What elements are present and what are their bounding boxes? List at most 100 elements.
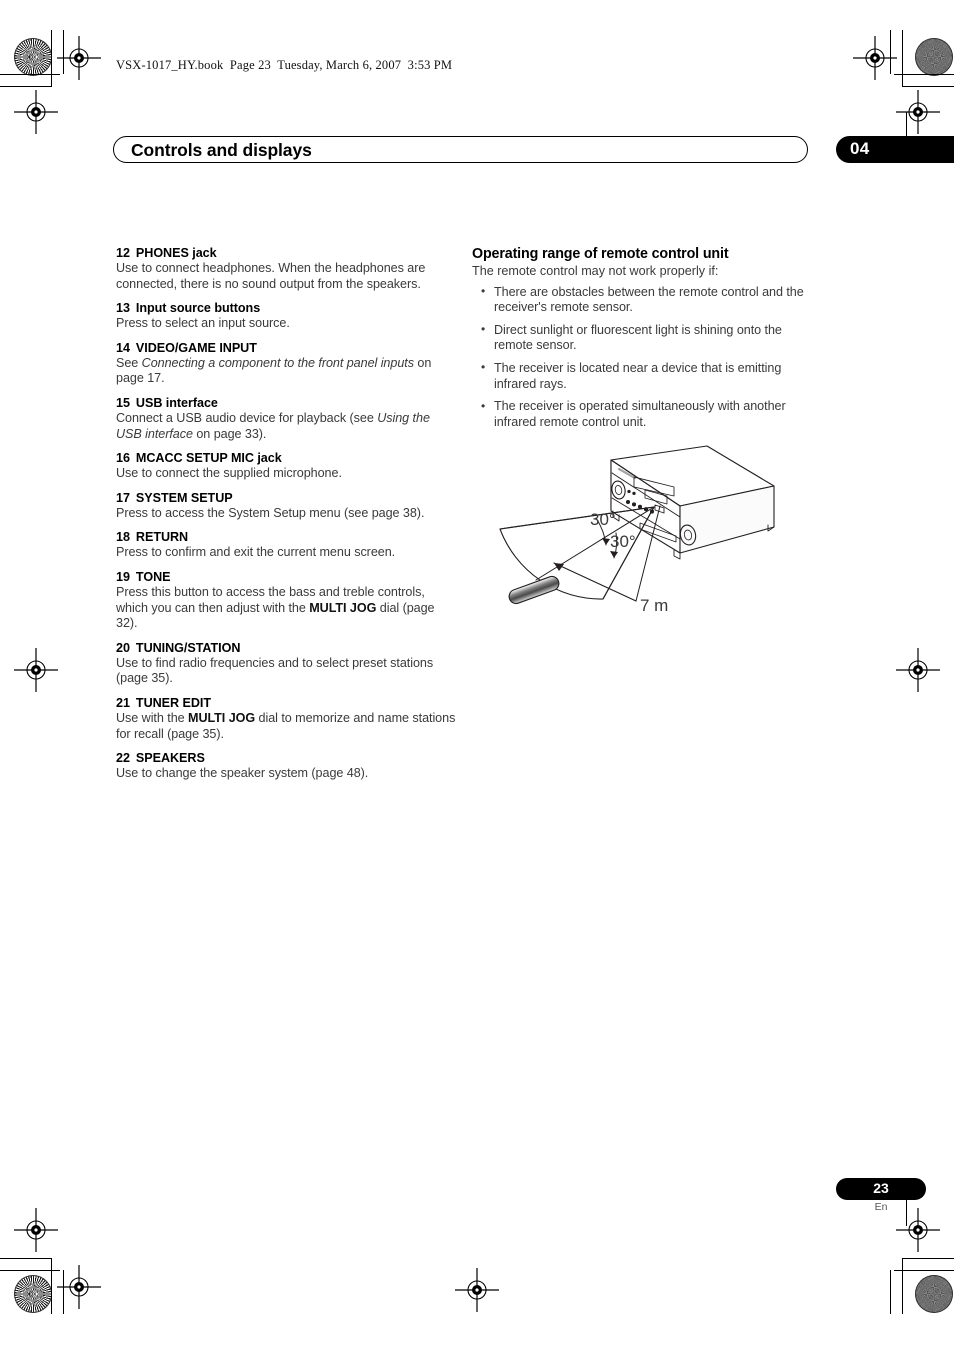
control-entry-body: Use to connect the supplied microphone. xyxy=(116,466,342,481)
control-entry-body: Press to access the System Setup menu (s… xyxy=(116,505,425,520)
control-entry: 13 Input source buttons Press to select a… xyxy=(116,301,456,332)
crop-line-bottom-right-v2 xyxy=(890,1270,891,1314)
control-entry-number: 12 xyxy=(116,246,130,260)
halftone-registration-target-top-right xyxy=(915,38,953,76)
registration-target-top-left xyxy=(57,36,101,80)
chapter-badge-tick xyxy=(906,112,907,138)
control-entry-heading: 19 TONE xyxy=(116,570,456,584)
crop-line-bottom-left-v1 xyxy=(51,1258,52,1314)
control-entry: 19 TONE Press this button to access the b… xyxy=(116,570,456,632)
control-entry-title: SYSTEM SETUP xyxy=(135,490,233,505)
list-item: There are obstacles between the remote c… xyxy=(481,284,812,316)
crop-line-top-left-v1 xyxy=(51,30,52,86)
control-entry-number: 13 xyxy=(116,301,130,316)
registration-target-left-middle xyxy=(14,648,58,692)
crop-line-top-right-h2 xyxy=(902,86,954,87)
crop-line-bottom-right-h2 xyxy=(894,1270,954,1271)
registration-target-bottom-center xyxy=(455,1268,499,1312)
registration-target-right-lower xyxy=(896,1208,940,1252)
chapter-title-bar: Controls and displays xyxy=(113,136,808,163)
control-entry-title: MCACC SETUP MIC jack xyxy=(135,451,282,466)
control-entry-body: Connect a USB audio device for playback … xyxy=(116,410,430,441)
list-item: The receiver is operated simultaneously … xyxy=(481,399,812,430)
control-entry-number: 18 xyxy=(116,530,130,545)
control-entry-heading: 20 TUNING/STATION xyxy=(116,641,456,655)
list-item: The receiver is located near a device th… xyxy=(481,360,812,392)
registration-target-right-upper xyxy=(896,90,940,134)
page-title: Controls and displays xyxy=(131,140,312,160)
control-entry-body: Use with the MULTI JOG dial to memorize … xyxy=(116,710,456,741)
section-intro-text: The remote control may not work properly… xyxy=(472,264,719,278)
control-entry-number: 21 xyxy=(116,695,130,710)
control-entry-heading: 17 SYSTEM SETUP xyxy=(116,491,456,505)
control-entry-number: 16 xyxy=(116,451,130,466)
chapter-number: 04 xyxy=(850,139,870,158)
operating-range-bullet-list: There are obstacles between the remote c… xyxy=(472,284,812,431)
control-entry-heading: 13 Input source buttons xyxy=(116,301,456,315)
halftone-registration-target-top-left xyxy=(14,38,52,76)
control-entry-number: 22 xyxy=(116,751,130,766)
control-entry: 14 VIDEO/GAME INPUT See Connecting a comp… xyxy=(116,341,456,387)
crop-line-bottom-right-v1 xyxy=(902,1258,903,1314)
control-entry-heading: 14 VIDEO/GAME INPUT xyxy=(116,341,456,355)
control-entry-heading: 15 USB interface xyxy=(116,396,456,410)
page-number: 23 xyxy=(873,1180,889,1196)
control-entry-title: SPEAKERS xyxy=(135,751,205,766)
control-entry-number: 14 xyxy=(116,340,130,355)
control-entry-body: Use to find radio frequencies and to sel… xyxy=(116,655,434,686)
control-entry-body: Use to connect headphones. When the head… xyxy=(116,261,426,291)
control-entry-heading: 12 PHONES jack xyxy=(116,246,456,260)
control-entry-title: VIDEO/GAME INPUT xyxy=(135,340,257,355)
control-entry-heading: 21 TUNER EDIT xyxy=(116,696,456,710)
page-number-badge: 23 xyxy=(836,1178,926,1200)
control-entry-title: TONE xyxy=(135,569,171,584)
control-entry-number: 17 xyxy=(116,490,130,505)
chapter-number-badge: 04 xyxy=(836,136,954,163)
control-entry: 21 TUNER EDIT Use with the MULTI JOG dial… xyxy=(116,696,456,742)
control-entry: 20 TUNING/STATION Use to find radio frequ… xyxy=(116,641,456,687)
control-entry: 12 PHONES jack Use to connect headphones.… xyxy=(116,246,456,292)
control-entry-title: TUNING/STATION xyxy=(135,640,241,655)
crop-line-bottom-right-h1 xyxy=(902,1258,954,1259)
control-entry-body: Press this button to access the bass and… xyxy=(116,584,435,631)
right-column: Operating range of remote control unit T… xyxy=(472,246,812,437)
control-entry-body: Use to change the speaker system (page 4… xyxy=(116,766,369,781)
control-entry-number: 15 xyxy=(116,395,130,410)
registration-target-bottom-left xyxy=(57,1265,101,1309)
list-item: Direct sunlight or fluorescent light is … xyxy=(481,322,812,354)
halftone-registration-target-bottom-left xyxy=(14,1275,52,1313)
control-entry-title: RETURN xyxy=(135,530,189,545)
left-column: 12 PHONES jack Use to connect headphones.… xyxy=(116,246,456,791)
control-entry-title: TUNER EDIT xyxy=(135,695,211,710)
figure-angle-lower-label: 30° xyxy=(610,532,636,551)
control-entry-body: Press to confirm and exit the current me… xyxy=(116,545,396,560)
crop-line-top-right-h1 xyxy=(894,74,954,75)
control-entry-number: 20 xyxy=(116,640,130,655)
control-entry-heading: 18 RETURN xyxy=(116,530,456,544)
book-file-header: VSX-1017_HY.book Page 23 Tuesday, March … xyxy=(116,58,453,72)
figure-distance-label: 7 m xyxy=(640,596,668,615)
crop-line-top-left-h2 xyxy=(0,86,52,87)
control-entry-title: PHONES jack xyxy=(135,246,217,260)
page-language-code: En xyxy=(874,1201,888,1213)
control-entry: 18 RETURN Press to confirm and exit the c… xyxy=(116,530,456,561)
figure-angle-upper-label: 30° xyxy=(590,510,616,529)
control-entry-heading: 22 SPEAKERS xyxy=(116,751,456,765)
crop-line-bottom-left-h1 xyxy=(0,1258,52,1259)
control-entry: 22 SPEAKERS Use to change the speaker sys… xyxy=(116,751,456,782)
registration-target-left-lower xyxy=(14,1208,58,1252)
registration-target-right-middle xyxy=(896,648,940,692)
control-entry-title: Input source buttons xyxy=(135,301,261,316)
control-entry-body: Press to select an input source. xyxy=(116,316,290,331)
registration-target-left-upper xyxy=(14,90,58,134)
control-entry: 17 SYSTEM SETUP Press to access the Syste… xyxy=(116,491,456,522)
section-title-operating-range: Operating range of remote control unit xyxy=(472,246,729,262)
halftone-registration-target-bottom-right xyxy=(915,1275,953,1313)
registration-target-top-right xyxy=(853,36,897,80)
control-entry-heading: 16 MCACC SETUP MIC jack xyxy=(116,451,456,465)
control-entry: 15 USB interface Connect a USB audio devi… xyxy=(116,396,456,442)
control-entry-title: USB interface xyxy=(135,395,218,410)
control-entry-body: See Connecting a component to the front … xyxy=(116,355,432,386)
control-entry-number: 19 xyxy=(116,569,130,584)
crop-line-top-right-v2 xyxy=(902,30,903,86)
